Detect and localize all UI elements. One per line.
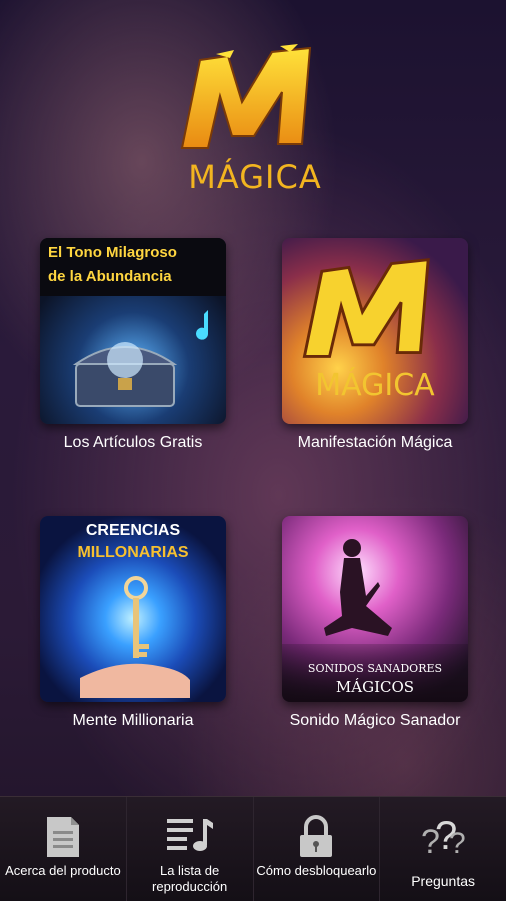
lock-icon: [300, 815, 333, 857]
tile-thumbnail[interactable]: El Tono Milagroso de la Abundancia: [40, 238, 226, 424]
thumbnail-title-line2: de la Abundancia: [48, 268, 172, 285]
thumbnail-title-line1: SONIDOS SANADORES: [307, 662, 443, 675]
key-in-hand-icon: [80, 576, 190, 698]
tile-free-articles[interactable]: El Tono Milagroso de la Abundancia Los A…: [40, 238, 226, 452]
tile-thumbnail[interactable]: CREENCIAS MILLONARIAS: [40, 516, 226, 702]
tile-label[interactable]: Los Artículos Gratis: [40, 434, 226, 452]
tile-thumbnail[interactable]: MÁGICA: [282, 238, 468, 424]
nav-label: Acerca del producto: [5, 863, 121, 878]
nav-label: La lista de reproducción: [152, 863, 228, 894]
m-logo-icon: [180, 44, 312, 149]
m-logo-icon: [302, 258, 430, 358]
playlist-icon: [166, 819, 213, 851]
bottom-navigation: Acerca del producto La lista de reproduc…: [0, 796, 506, 901]
nav-playlist[interactable]: La lista de reproducción: [125, 797, 253, 901]
tile-magic-manifestation[interactable]: MÁGICA Manifestación Mágica: [282, 238, 468, 452]
treasure-chest-icon: [72, 342, 178, 407]
nav-how-to-unlock[interactable]: Cómo desbloquearlo: [252, 797, 380, 901]
document-icon: [46, 817, 79, 857]
tile-label[interactable]: Mente Millionaria: [40, 712, 226, 730]
thumbnail-title-line1: CREENCIAS: [85, 522, 181, 539]
tile-millionaire-mind[interactable]: CREENCIAS MILLONARIAS Mente Millionaria: [40, 516, 226, 730]
nav-label: Preguntas: [411, 873, 476, 889]
thumbnail-title-line2: MILLONARIAS: [77, 544, 189, 561]
thumbnail-title-line2: MÁGICOS: [335, 678, 415, 696]
svg-text:?: ?: [449, 827, 466, 859]
thumbnail-title-line1: El Tono Milagroso: [48, 244, 177, 261]
music-note-icon: [196, 310, 208, 340]
nav-about-product[interactable]: Acerca del producto: [0, 797, 126, 901]
tile-label[interactable]: Sonido Mágico Sanador: [282, 712, 468, 730]
nav-label: Cómo desbloquearlo: [256, 863, 377, 878]
thumbnail-wordmark: MÁGICA: [315, 368, 435, 403]
logo-wordmark: MÁGICA: [188, 158, 322, 196]
tile-thumbnail[interactable]: SONIDOS SANADORES MÁGICOS: [282, 516, 468, 702]
meditating-person-icon: [324, 539, 392, 636]
question-icon: ? ? ?: [421, 815, 466, 859]
app-logo: MÁGICA: [170, 40, 340, 196]
nav-questions[interactable]: ? ? ? Preguntas: [379, 797, 506, 901]
tile-healing-sound[interactable]: SONIDOS SANADORES MÁGICOS Sonido Mágico …: [282, 516, 468, 730]
tile-label[interactable]: Manifestación Mágica: [282, 434, 468, 452]
